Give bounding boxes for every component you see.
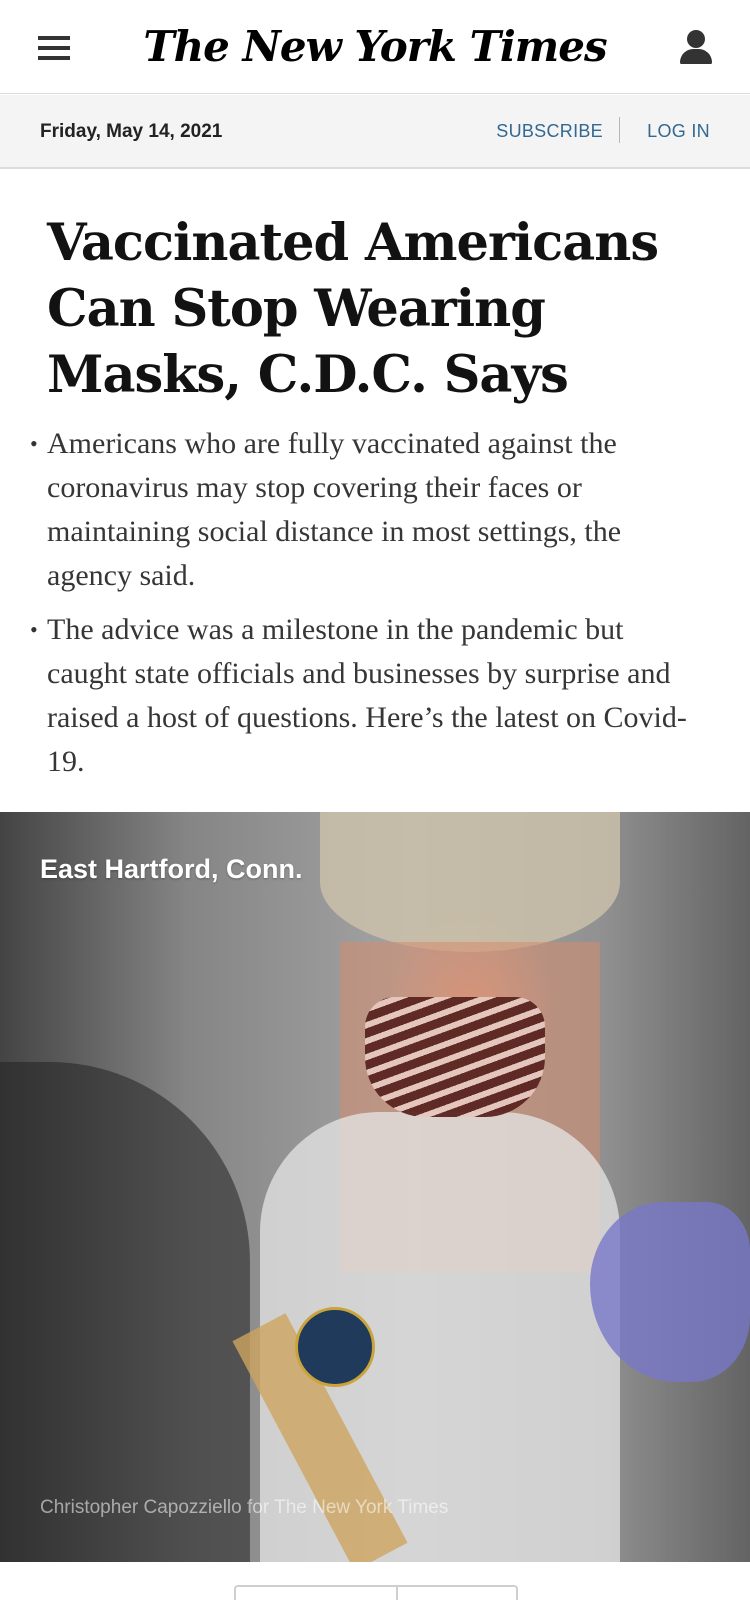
lead-photo[interactable]: East Hartford, Conn. Christopher Capozzi… [0, 812, 750, 1562]
article-headline[interactable]: Vaccinated Americans Can Stop Wearing Ma… [47, 210, 717, 408]
article-summary: • Americans who are fully vaccinated aga… [30, 422, 707, 794]
summary-text: Americans who are fully vaccinated again… [47, 427, 622, 592]
photo-credit: Christopher Capozziello for The New York… [40, 1497, 449, 1518]
masthead: The New York Times [0, 0, 750, 94]
bullet-icon: • [30, 431, 38, 456]
subscribe-link[interactable]: SUBSCRIBE [496, 121, 603, 142]
nyt-logo[interactable]: The New York Times [0, 22, 750, 71]
photo-location-label: East Hartford, Conn. [40, 854, 303, 884]
summary-item: • The advice was a milestone in the pand… [30, 608, 707, 784]
login-link[interactable]: LOG IN [647, 121, 710, 142]
current-date: Friday, May 14, 2021 [40, 121, 223, 142]
summary-text: The advice was a milestone in the pandem… [47, 613, 687, 778]
date-bar: Friday, May 14, 2021 SUBSCRIBE LOG IN [0, 95, 750, 169]
bullet-icon: • [30, 617, 38, 642]
link-divider [619, 117, 620, 143]
user-account-icon[interactable] [680, 30, 712, 66]
face-mask-image-detail [365, 997, 545, 1117]
summary-item: • Americans who are fully vaccinated aga… [30, 422, 707, 598]
bottom-toolbar[interactable] [234, 1585, 518, 1600]
